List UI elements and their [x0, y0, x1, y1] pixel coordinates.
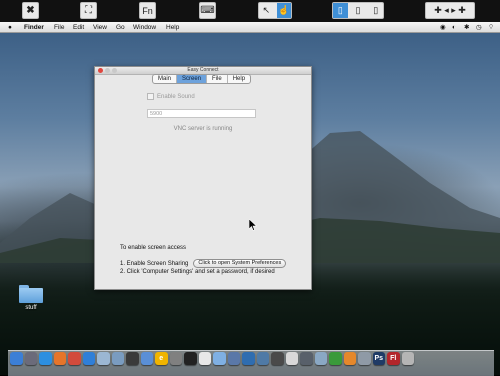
- chrome-icon[interactable]: [68, 352, 81, 365]
- tab-bar: Main Screen File Help: [152, 74, 252, 84]
- ie-icon[interactable]: e: [155, 352, 168, 365]
- remote-toolbar: ✖ ⛶ Fn ⌨ ↖ ☝ ▯ ▯ ▯ ✚ ◂ ▸ ✚: [0, 0, 500, 22]
- tab-screen[interactable]: Screen: [177, 75, 208, 83]
- bluetooth-icon[interactable]: ✱: [464, 23, 469, 32]
- mouse-buttons-group[interactable]: ▯ ▯ ▯: [332, 2, 384, 19]
- step-1-text: 1. Enable Screen Sharing: [120, 260, 189, 267]
- left-click-icon: ▯: [333, 3, 348, 18]
- keyboard-icon: ⌨: [200, 5, 215, 16]
- menu-edit[interactable]: Edit: [73, 23, 84, 32]
- mail-icon-2[interactable]: [111, 352, 124, 365]
- menu-file[interactable]: File: [54, 23, 64, 32]
- fn-key-icon: Fn: [142, 5, 153, 16]
- close-remote-icon: ✖: [26, 5, 35, 16]
- facetime-icon[interactable]: [126, 352, 139, 365]
- port-field[interactable]: 5900: [147, 109, 256, 118]
- calendar-icon[interactable]: [285, 352, 298, 365]
- vnc-status-text: VNC server is running: [173, 126, 233, 132]
- pointer-mode-icon: ↖: [262, 5, 271, 15]
- fullscreen-icon: ⛶: [85, 5, 92, 16]
- menu-view[interactable]: View: [93, 23, 107, 32]
- middle-click-icon: ▯: [355, 5, 361, 15]
- screen-access-heading: To enable screen access: [120, 245, 187, 251]
- open-system-preferences-button[interactable]: Click to open System Preferences: [193, 259, 287, 268]
- mouse-cursor-icon: [249, 219, 257, 231]
- easy-connect-window: Easy Connect Main Screen File Help Enabl…: [94, 66, 312, 290]
- appstore-icon[interactable]: [82, 352, 95, 365]
- menu-finder[interactable]: Finder: [24, 23, 44, 32]
- launchpad-icon[interactable]: [24, 352, 37, 365]
- enable-sound-checkbox[interactable]: [147, 93, 154, 100]
- fn-key-button[interactable]: Fn: [139, 2, 156, 19]
- enable-sound-label: Enable Sound: [157, 93, 195, 100]
- dock-icons: e Ps Fl: [10, 352, 414, 365]
- tab-help[interactable]: Help: [228, 75, 250, 83]
- stuff-folder-label[interactable]: stuff: [15, 305, 47, 311]
- utorrent-icon[interactable]: [329, 352, 342, 365]
- keyboard-button[interactable]: ⌨: [199, 2, 216, 19]
- flash-icon[interactable]: Fl: [387, 352, 400, 365]
- gamepad-icon: ✚ ◂ ▸ ✚: [434, 5, 466, 15]
- enable-sound-row: Enable Sound: [147, 93, 195, 100]
- vlc-icon[interactable]: [343, 352, 356, 365]
- downloads-icon[interactable]: [358, 352, 371, 365]
- tab-main[interactable]: Main: [153, 75, 178, 83]
- apple-menu-icon[interactable]: ●: [8, 23, 12, 32]
- folder-dock-icon[interactable]: [314, 352, 327, 365]
- step-1-row: 1. Enable Screen Sharing Click to open S…: [120, 259, 287, 268]
- system-prefs-icon[interactable]: [169, 352, 182, 365]
- step-2-text: 2. Click 'Computer Settings' and set a p…: [120, 269, 275, 275]
- menu-help[interactable]: Help: [166, 23, 179, 32]
- mail-icon[interactable]: [97, 352, 110, 365]
- menu-window[interactable]: Window: [133, 23, 156, 32]
- firefox-icon[interactable]: [53, 352, 66, 365]
- ical-icon[interactable]: [198, 352, 211, 365]
- photoshop-icon[interactable]: Ps: [372, 352, 385, 365]
- wifi-icon[interactable]: ⌔: [488, 23, 494, 32]
- window-title: Easy Connect: [187, 67, 219, 73]
- mac-menubar: ● Finder File Edit View Go Window Help ◉…: [0, 22, 500, 33]
- xcode-icon[interactable]: [271, 352, 284, 365]
- stuff-folder-icon[interactable]: [19, 285, 43, 303]
- preview-icon[interactable]: [227, 352, 240, 365]
- messages-icon[interactable]: [213, 352, 226, 365]
- finder-icon[interactable]: [10, 352, 23, 365]
- itunes-icon[interactable]: [140, 352, 153, 365]
- status-icon-1[interactable]: ◉: [440, 23, 446, 32]
- tab-file[interactable]: File: [207, 75, 228, 83]
- clock-icon[interactable]: ◷: [476, 23, 482, 32]
- safari-icon[interactable]: [39, 352, 52, 365]
- iphoto-icon[interactable]: [256, 352, 269, 365]
- menu-go[interactable]: Go: [116, 23, 125, 32]
- right-click-icon: ▯: [373, 5, 379, 15]
- touch-mode-icon: ☝: [276, 3, 291, 18]
- timemachine-icon[interactable]: [300, 352, 313, 365]
- photos-icon[interactable]: [242, 352, 255, 365]
- terminal-icon[interactable]: [184, 352, 197, 365]
- close-remote-button[interactable]: ✖: [22, 2, 39, 19]
- status-icon-2[interactable]: ◐: [452, 23, 456, 32]
- gamepad-button[interactable]: ✚ ◂ ▸ ✚: [425, 2, 475, 19]
- trash-icon[interactable]: [401, 352, 414, 365]
- fullscreen-button[interactable]: ⛶: [80, 2, 97, 19]
- pointer-mode-toggle[interactable]: ↖ ☝: [258, 2, 292, 19]
